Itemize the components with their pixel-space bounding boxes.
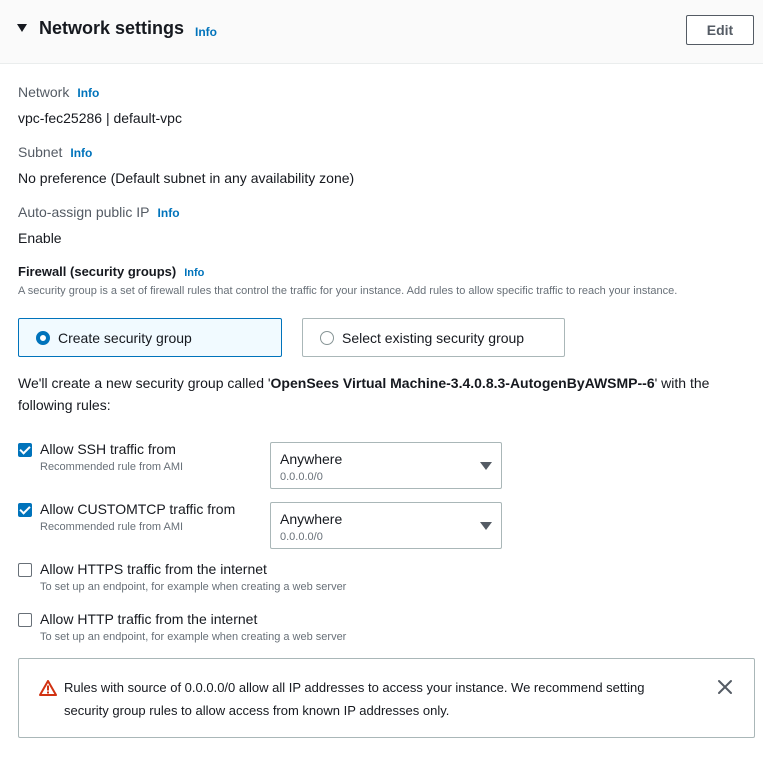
radio-button[interactable]: [320, 331, 334, 345]
create-security-group-option[interactable]: Create security group: [18, 318, 282, 357]
http-rule-sub: To set up an endpoint, for example when …: [40, 631, 347, 643]
select-existing-security-group-option[interactable]: Select existing security group: [302, 318, 565, 357]
info-link[interactable]: Info: [195, 25, 217, 39]
ssh-source-select[interactable]: Anywhere 0.0.0.0/0: [270, 442, 502, 489]
info-link[interactable]: Info: [158, 206, 180, 220]
warning-alert: Rules with source of 0.0.0.0/0 allow all…: [18, 658, 755, 738]
firewall-label: Firewall (security groups) Info: [18, 264, 204, 279]
close-icon[interactable]: [717, 679, 733, 695]
radio-button-selected[interactable]: [36, 331, 50, 345]
subnet-label-text: Subnet: [18, 144, 63, 160]
public-ip-label: Auto-assign public IP Info: [18, 204, 180, 220]
customtcp-checkbox[interactable]: [18, 503, 32, 517]
http-checkbox[interactable]: [18, 613, 32, 627]
description-prefix: We'll create a new security group called…: [18, 375, 271, 391]
ssh-checkbox[interactable]: [18, 443, 32, 457]
network-value: vpc-fec25286 | default-vpc: [18, 110, 182, 126]
customtcp-rule-sub: Recommended rule from AMI: [40, 521, 184, 533]
customtcp-rule-label: Allow CUSTOMTCP traffic from: [40, 501, 236, 517]
info-link[interactable]: Info: [70, 146, 92, 160]
ssh-rule-sub: Recommended rule from AMI: [40, 461, 184, 473]
customtcp-source-cidr: 0.0.0.0/0: [280, 531, 323, 543]
info-link[interactable]: Info: [184, 267, 204, 279]
customtcp-source-select[interactable]: Anywhere 0.0.0.0/0: [270, 502, 502, 549]
ssh-source-cidr: 0.0.0.0/0: [280, 471, 323, 483]
info-link[interactable]: Info: [77, 86, 99, 100]
section-title[interactable]: Network settings: [39, 18, 184, 39]
ssh-source-value: Anywhere: [280, 451, 343, 467]
security-group-create-description: We'll create a new security group called…: [18, 372, 738, 416]
customtcp-source-value: Anywhere: [280, 511, 343, 527]
network-label: Network Info: [18, 84, 99, 100]
collapse-caret-icon[interactable]: [17, 24, 27, 32]
subnet-value: No preference (Default subnet in any ava…: [18, 170, 355, 186]
https-rule-sub: To set up an endpoint, for example when …: [40, 581, 347, 593]
https-checkbox[interactable]: [18, 563, 32, 577]
caret-down-icon: [480, 522, 492, 530]
caret-down-icon: [480, 462, 492, 470]
ssh-rule-label: Allow SSH traffic from: [40, 441, 176, 457]
security-group-name: OpenSees Virtual Machine-3.4.0.8.3-Autog…: [270, 375, 655, 391]
warning-icon: [39, 680, 57, 696]
section-header: Network settings Info Edit: [0, 0, 763, 64]
network-label-text: Network: [18, 84, 70, 100]
select-existing-security-group-label: Select existing security group: [342, 330, 525, 346]
subnet-label: Subnet Info: [18, 144, 92, 160]
firewall-description: A security group is a set of firewall ru…: [18, 285, 678, 297]
warning-alert-text: Rules with source of 0.0.0.0/0 allow all…: [64, 680, 645, 718]
http-rule-label: Allow HTTP traffic from the internet: [40, 611, 258, 627]
edit-button[interactable]: Edit: [686, 15, 754, 45]
public-ip-value: Enable: [18, 230, 62, 246]
public-ip-label-text: Auto-assign public IP: [18, 204, 150, 220]
create-security-group-label: Create security group: [58, 330, 192, 346]
firewall-label-text: Firewall (security groups): [18, 264, 177, 279]
https-rule-label: Allow HTTPS traffic from the internet: [40, 561, 267, 577]
